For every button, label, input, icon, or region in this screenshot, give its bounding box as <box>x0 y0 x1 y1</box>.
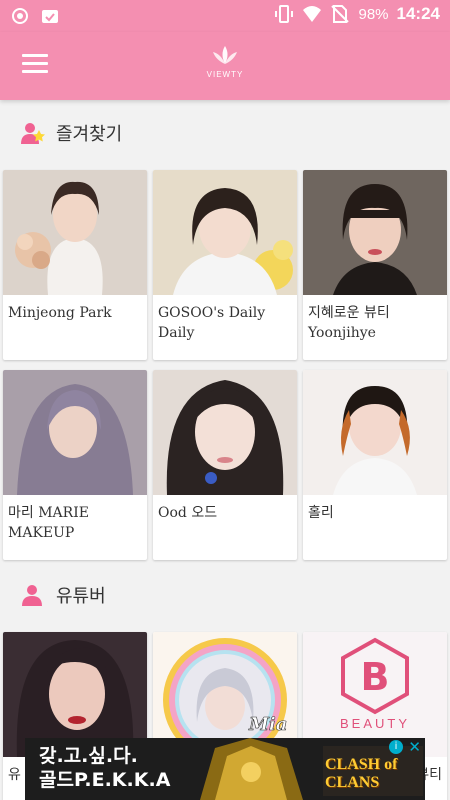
favorites-header: 즐겨찾기 <box>20 120 122 146</box>
menu-icon-line <box>22 54 48 57</box>
ad-line2: 골드P.E.K.K.A <box>39 769 171 791</box>
ad-banner[interactable]: 갖.고.싶.다. 골드P.E.K.K.A CLASH of CLANS i ✕ <box>25 738 425 800</box>
mia-script-text: Mia <box>248 714 287 735</box>
app-bar: VIEWTY <box>0 32 450 100</box>
channel-thumbnail <box>153 170 297 295</box>
ad-brand: CLASH of CLANS <box>325 756 398 791</box>
favorite-card[interactable]: 지혜로운 뷰티 Yoonjihye <box>303 170 447 360</box>
favorite-card[interactable]: Ood 오드 <box>153 370 297 560</box>
ad-close-icon[interactable]: ✕ <box>408 738 421 756</box>
menu-icon-line <box>22 62 48 65</box>
menu-icon-line <box>22 70 48 73</box>
channel-name: 마리 MARIE MAKEUP <box>8 505 89 541</box>
photo-check-icon <box>42 10 58 23</box>
status-bar: 98% 14:24 <box>0 0 450 32</box>
ad-line1: 갖.고.싶.다. <box>39 745 138 767</box>
favorites-grid: Minjeong Park GOSOO's Daily Daily 지혜로운 뷰… <box>3 170 447 562</box>
channel-name: Ood 오드 <box>158 505 218 521</box>
youtubers-header: 유튜버 <box>20 582 106 608</box>
ad-info-icon[interactable]: i <box>389 740 403 754</box>
record-icon <box>12 8 28 24</box>
lotus-icon <box>213 46 237 64</box>
favorite-card[interactable]: GOSOO's Daily Daily <box>153 170 297 360</box>
channel-thumbnail <box>303 170 447 295</box>
favorite-card[interactable]: 홀리 <box>303 370 447 560</box>
ad-headline: 갖.고.싶.다. 골드P.E.K.K.A <box>39 744 170 792</box>
favorite-card[interactable]: Minjeong Park <box>3 170 147 360</box>
favorites-title: 즐겨찾기 <box>56 124 123 145</box>
channel-name: GOSOO's Daily Daily <box>158 305 266 341</box>
channel-thumbnail <box>3 370 147 495</box>
wifi-icon <box>303 6 322 22</box>
channel-name: 지혜로운 뷰티 Yoonjihye <box>308 305 390 341</box>
favorite-card[interactable]: 마리 MARIE MAKEUP <box>3 370 147 560</box>
channel-name: Minjeong Park <box>8 305 112 321</box>
clock: 14:24 <box>396 4 440 23</box>
menu-button[interactable] <box>22 54 48 76</box>
favorite-person-icon <box>21 123 45 144</box>
channel-thumbnail <box>153 370 297 495</box>
beauty-logo-letter: B <box>361 655 390 699</box>
channel-thumbnail <box>303 370 447 495</box>
vibrate-icon <box>275 5 294 23</box>
battery-percent: 98% <box>358 5 389 23</box>
channel-name: 홀리 <box>308 505 334 521</box>
app-logo[interactable]: VIEWTY <box>200 44 250 79</box>
no-sim-icon <box>331 5 350 23</box>
app-logo-text: VIEWTY <box>206 70 244 79</box>
youtubers-title: 유튜버 <box>56 586 106 607</box>
person-icon <box>22 585 42 606</box>
channel-thumbnail <box>3 170 147 295</box>
beauty-logo-text: BEAUTY <box>340 716 410 731</box>
